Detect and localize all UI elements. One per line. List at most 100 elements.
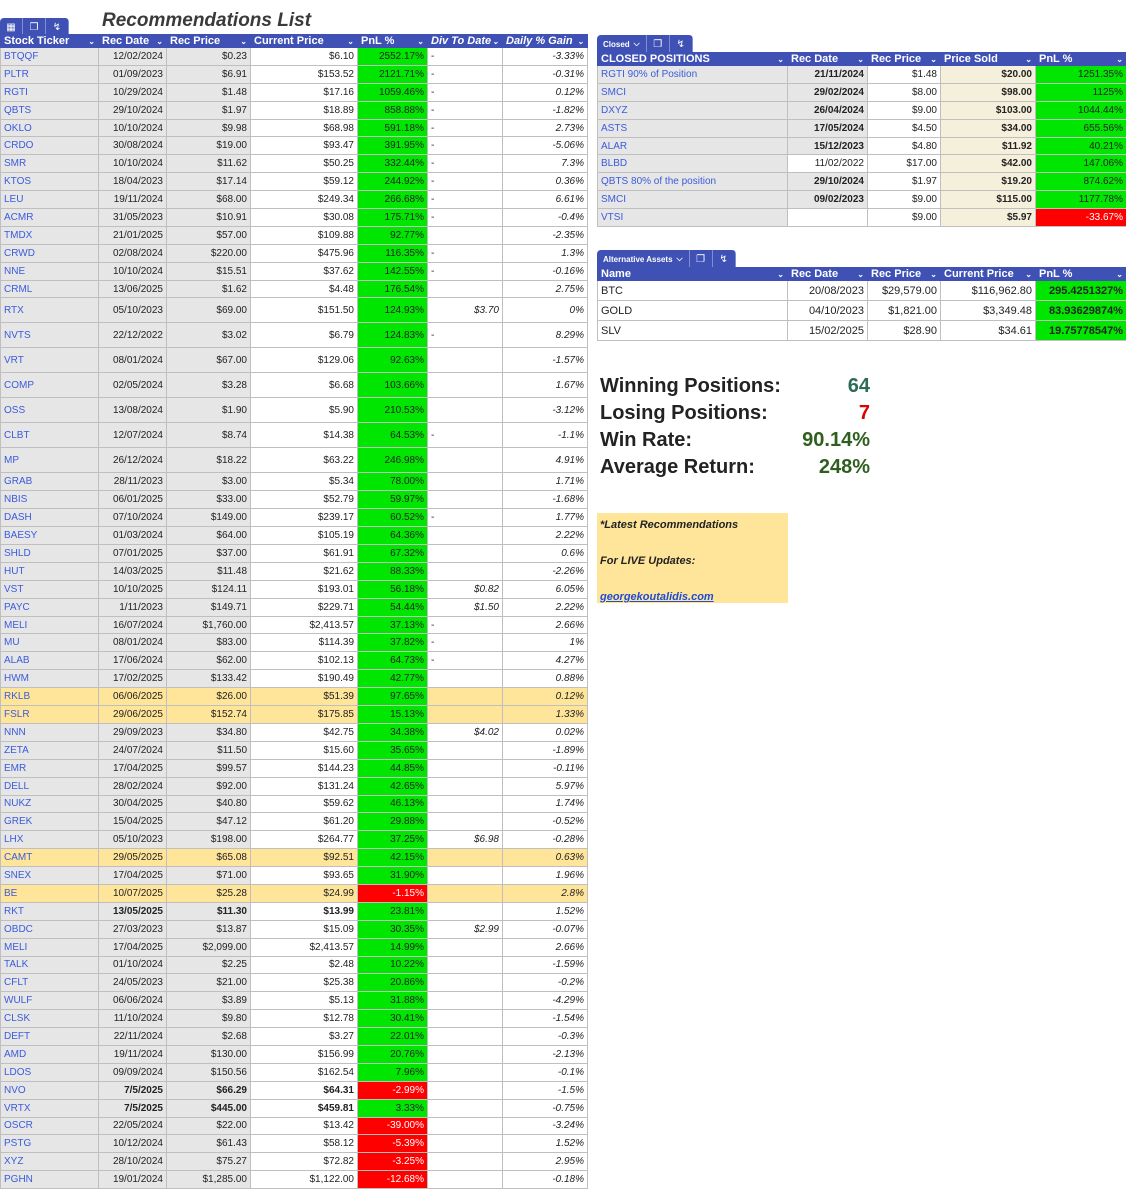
position-name-cell[interactable]: BLBD bbox=[597, 154, 788, 174]
ticker-cell[interactable]: SNEX bbox=[0, 866, 99, 885]
ticker-cell[interactable]: HUT bbox=[0, 561, 99, 581]
ticker-cell[interactable]: OBDC bbox=[0, 919, 99, 939]
filter-chevron-icon[interactable]: ⌄ bbox=[777, 55, 784, 64]
copy-icon[interactable]: ❐ bbox=[647, 35, 670, 53]
filter-chevron-icon[interactable]: ⌄ bbox=[240, 37, 247, 46]
ticker-cell[interactable]: RKT bbox=[0, 901, 99, 921]
ticker-cell[interactable]: ACMR bbox=[0, 208, 99, 227]
ticker-cell[interactable]: GREK bbox=[0, 812, 99, 832]
ticker-cell[interactable]: SHLD bbox=[0, 544, 99, 563]
filter-chevron-icon[interactable]: ⌄ bbox=[1025, 270, 1032, 279]
ticker-cell[interactable]: PLTR bbox=[0, 64, 99, 84]
ticker-cell[interactable]: MELI bbox=[0, 937, 99, 957]
ticker-cell[interactable]: OSS bbox=[0, 397, 99, 424]
alt-header-4[interactable]: PnL % ⌄ bbox=[1035, 267, 1126, 281]
ticker-cell[interactable]: VST bbox=[0, 579, 99, 599]
ticker-cell[interactable]: CLBT bbox=[0, 422, 99, 449]
main-header-4[interactable]: PnL % ⌄ bbox=[357, 34, 428, 48]
closed-header-4[interactable]: PnL % ⌄ bbox=[1035, 52, 1126, 66]
alt-header-1[interactable]: Rec Date ⌄ bbox=[787, 267, 868, 281]
ticker-cell[interactable]: LHX bbox=[0, 830, 99, 850]
main-header-6[interactable]: Daily % Gain ⌄ bbox=[502, 34, 588, 48]
position-name-cell[interactable]: SMCI bbox=[597, 190, 788, 210]
ticker-cell[interactable]: PAYC bbox=[0, 597, 99, 617]
ticker-cell[interactable]: RTX bbox=[0, 297, 99, 324]
filter-chevron-icon[interactable]: ⌄ bbox=[1116, 270, 1123, 279]
filter-chevron-icon[interactable]: ⌄ bbox=[417, 37, 424, 46]
position-name-cell[interactable]: SMCI bbox=[597, 82, 788, 102]
filter-chevron-icon[interactable]: ⌄ bbox=[930, 270, 937, 279]
filter-chevron-icon[interactable]: ⌄ bbox=[156, 37, 163, 46]
position-name-cell[interactable]: RGTI 90% of Position bbox=[597, 65, 788, 84]
ticker-cell[interactable]: OKLO bbox=[0, 118, 99, 138]
ticker-cell[interactable]: OSCR bbox=[0, 1116, 99, 1136]
ticker-cell[interactable]: CFLT bbox=[0, 973, 99, 993]
position-name-cell[interactable]: ASTS bbox=[597, 118, 788, 138]
ticker-cell[interactable]: PSTG bbox=[0, 1134, 99, 1154]
ticker-cell[interactable]: SMR bbox=[0, 154, 99, 174]
ticker-cell[interactable]: CAMT bbox=[0, 848, 99, 868]
filter-chevron-icon[interactable]: ⌄ bbox=[577, 37, 584, 46]
ticker-cell[interactable]: ALAB bbox=[0, 651, 99, 671]
ticker-cell[interactable]: NVO bbox=[0, 1080, 99, 1100]
ticker-cell[interactable]: PGHN bbox=[0, 1170, 99, 1190]
closed-filter-dropdown[interactable]: Closed ⌵ bbox=[597, 35, 647, 53]
copy-icon[interactable]: ❐ bbox=[690, 250, 713, 268]
ticker-cell[interactable]: BE bbox=[0, 883, 99, 903]
ticker-cell[interactable]: CRDO bbox=[0, 136, 99, 156]
ticker-cell[interactable]: RKLB bbox=[0, 687, 99, 707]
filter-chevron-icon[interactable]: ⌄ bbox=[930, 55, 937, 64]
ticker-cell[interactable]: NNE bbox=[0, 261, 99, 281]
ticker-cell[interactable]: HWM bbox=[0, 669, 99, 689]
filter-chevron-icon[interactable]: ⌄ bbox=[88, 37, 95, 46]
ticker-cell[interactable]: NVTS bbox=[0, 322, 99, 349]
ticker-cell[interactable]: BAESY bbox=[0, 526, 99, 546]
alt-filter-dropdown[interactable]: Alternative Assets ⌵ bbox=[597, 250, 690, 268]
alt-header-0[interactable]: Name ⌄ bbox=[597, 267, 788, 281]
ticker-cell[interactable]: DELL bbox=[0, 776, 99, 796]
main-header-3[interactable]: Current Price ⌄ bbox=[250, 34, 358, 48]
ticker-cell[interactable]: CLSK bbox=[0, 1009, 99, 1029]
position-name-cell[interactable]: QBTS 80% of the position bbox=[597, 172, 788, 192]
ticker-cell[interactable]: MU bbox=[0, 633, 99, 653]
ticker-cell[interactable]: LDOS bbox=[0, 1062, 99, 1082]
ticker-cell[interactable]: BTQQF bbox=[0, 47, 99, 66]
filter-chevron-icon[interactable]: ⌄ bbox=[1116, 55, 1123, 64]
bolt-icon[interactable]: ↯ bbox=[670, 35, 693, 53]
closed-header-2[interactable]: Rec Price ⌄ bbox=[867, 52, 941, 66]
filter-chevron-icon[interactable]: ⌄ bbox=[1025, 55, 1032, 64]
position-name-cell[interactable]: ALAR bbox=[597, 136, 788, 156]
ticker-cell[interactable]: LEU bbox=[0, 190, 99, 210]
ticker-cell[interactable]: QBTS bbox=[0, 100, 99, 120]
closed-header-3[interactable]: Price Sold ⌄ bbox=[940, 52, 1036, 66]
ticker-cell[interactable]: RGTI bbox=[0, 82, 99, 102]
ticker-cell[interactable]: TALK bbox=[0, 955, 99, 975]
filter-chevron-icon[interactable]: ⌄ bbox=[347, 37, 354, 46]
ticker-cell[interactable]: MELI bbox=[0, 615, 99, 635]
ticker-cell[interactable]: WULF bbox=[0, 991, 99, 1011]
main-header-2[interactable]: Rec Price ⌄ bbox=[166, 34, 251, 48]
closed-header-1[interactable]: Rec Date ⌄ bbox=[787, 52, 868, 66]
ticker-cell[interactable]: FSLR bbox=[0, 705, 99, 724]
filter-chevron-icon[interactable]: ⌄ bbox=[492, 37, 499, 46]
ticker-cell[interactable]: GRAB bbox=[0, 472, 99, 492]
main-header-5[interactable]: Div To Date ⌄ bbox=[427, 34, 503, 48]
ticker-cell[interactable]: ZETA bbox=[0, 740, 99, 760]
ticker-cell[interactable]: NUKZ bbox=[0, 794, 99, 814]
filter-chevron-icon[interactable]: ⌄ bbox=[777, 270, 784, 279]
ticker-cell[interactable]: KTOS bbox=[0, 172, 99, 192]
ticker-cell[interactable]: COMP bbox=[0, 372, 99, 399]
filter-chevron-icon[interactable]: ⌄ bbox=[857, 270, 864, 279]
ticker-cell[interactable]: EMR bbox=[0, 758, 99, 778]
ticker-cell[interactable]: NNN bbox=[0, 722, 99, 742]
main-header-0[interactable]: Stock Ticker ⌄ bbox=[0, 34, 99, 48]
ticker-cell[interactable]: DEFT bbox=[0, 1027, 99, 1046]
ticker-cell[interactable]: AMD bbox=[0, 1044, 99, 1064]
closed-header-0[interactable]: CLOSED POSITIONS ⌄ bbox=[597, 52, 788, 66]
ticker-cell[interactable]: NBIS bbox=[0, 490, 99, 510]
website-link[interactable]: georgekoutalidis.com bbox=[600, 588, 785, 606]
ticker-cell[interactable]: MP bbox=[0, 447, 99, 474]
ticker-cell[interactable]: DASH bbox=[0, 508, 99, 528]
main-header-1[interactable]: Rec Date ⌄ bbox=[98, 34, 167, 48]
ticker-cell[interactable]: VRTX bbox=[0, 1098, 99, 1118]
